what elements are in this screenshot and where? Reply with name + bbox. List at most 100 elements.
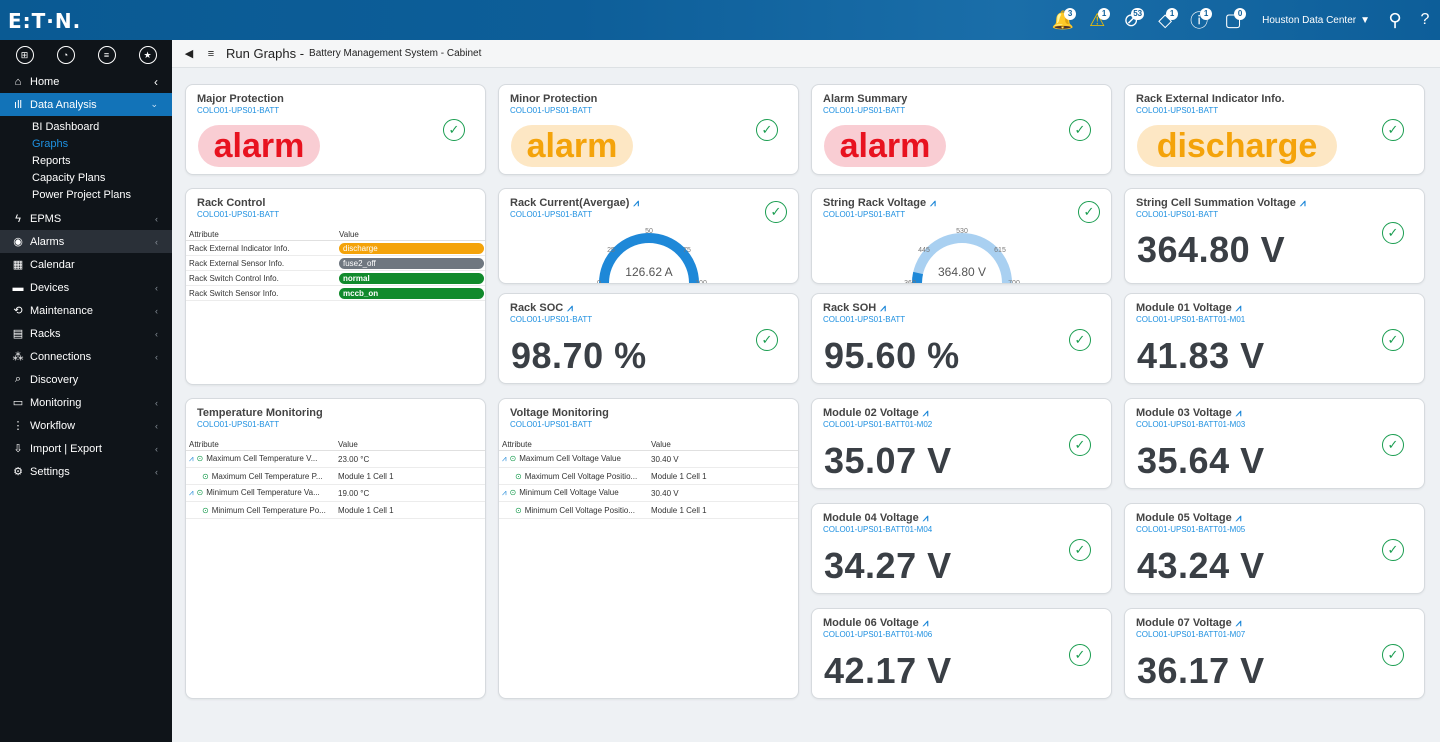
row-attribute: Minimum Cell Temperature Va... — [206, 488, 320, 497]
trend-chart-icon[interactable]: ⩘ — [1236, 618, 1242, 629]
row-attribute: Minimum Cell Voltage Value — [519, 488, 619, 497]
row-attribute-cell: ⊙ Maximum Cell Temperature P... — [186, 472, 338, 481]
card-title: Module 02 Voltage ⩘ — [823, 407, 928, 419]
rack-current-card[interactable]: Rack Current(Avergae) ⩘ COLO01-UPS01-BATT… — [498, 188, 799, 284]
module-06-voltage-card[interactable]: Module 06 Voltage ⩘ COLO01-UPS01-BATT01-M… — [811, 608, 1112, 699]
voltage-monitoring-card: Voltage Monitoring COLO01-UPS01-BATT Att… — [498, 398, 799, 699]
row-value-tag: normal — [339, 272, 484, 284]
trend-chart-icon[interactable]: ⩘ — [189, 454, 194, 463]
sidebar-item-alarms[interactable]: ◉ Alarms ‹ — [0, 230, 172, 253]
eaton-logo: E:T·N. — [8, 9, 82, 33]
ok-check-icon: ⊙ — [509, 488, 517, 497]
card-source: COLO01-UPS01-BATT — [197, 420, 280, 429]
dashboard-icon[interactable]: ◔ — [56, 46, 75, 64]
warning-icon[interactable]: ⚠ 1 — [1081, 0, 1113, 40]
search-icon[interactable]: ⚲ — [1380, 0, 1410, 40]
trend-chart-icon[interactable]: ⩘ — [1236, 408, 1242, 419]
tasks-icon[interactable]: ▢ 0 — [1217, 0, 1249, 40]
trend-chart-icon[interactable]: ⩘ — [1236, 303, 1242, 314]
table-row: ⊙ Maximum Cell Voltage Positio... Module … — [499, 468, 798, 485]
metric-value: 98.70 % — [511, 335, 647, 376]
collapse-icon[interactable]: ‹ — [154, 75, 158, 89]
card-source: COLO01-UPS01-BATT01-M03 — [1136, 420, 1246, 429]
devices-icon: ▬ — [12, 281, 24, 294]
trend-chart-icon[interactable]: ⩘ — [1236, 513, 1242, 524]
sidebar-item-workflow[interactable]: ⋮ Workflow ‹ — [0, 414, 172, 437]
card-title: Temperature Monitoring — [197, 407, 323, 419]
alerts-bell-icon[interactable]: 🔔 3 — [1047, 0, 1079, 40]
favorites-star-icon[interactable]: ★ — [138, 46, 157, 64]
sidebar-item-settings[interactable]: ⚙ Settings ‹ — [0, 460, 172, 483]
module-03-voltage-card[interactable]: Module 03 Voltage ⩘ COLO01-UPS01-BATT01-M… — [1124, 398, 1425, 489]
rack-soc-card[interactable]: Rack SOC ⩘ COLO01-UPS01-BATT 98.70 % ✓ — [498, 293, 799, 384]
module-07-voltage-card[interactable]: Module 07 Voltage ⩘ COLO01-UPS01-BATT01-M… — [1124, 608, 1425, 699]
sidebar-subitem-power-project-plans[interactable]: Power Project Plans — [0, 186, 172, 203]
menu-icon[interactable]: ≡ — [204, 47, 218, 61]
discovery-icon: ⌕ — [14, 373, 22, 385]
import-icon: ⇩ — [13, 443, 23, 455]
major-protection-card[interactable]: Major Protection COLO01-UPS01-BATT alarm… — [185, 84, 486, 175]
rack-soh-card[interactable]: Rack SOH ⩘ COLO01-UPS01-BATT 95.60 % ✓ — [811, 293, 1112, 384]
sidebar-subitem-graphs[interactable]: Graphs — [0, 135, 172, 152]
sidebar-item-import-export[interactable]: ⇩ Import | Export ‹ — [0, 437, 172, 460]
data-analysis-submenu: BI Dashboard Graphs Reports Capacity Pla… — [0, 116, 172, 207]
trend-chart-icon[interactable]: ⩘ — [923, 408, 929, 419]
table-row: ⊙ Maximum Cell Temperature P... Module 1 … — [186, 468, 485, 485]
chevron-left-icon: ‹ — [155, 328, 158, 339]
sidebar-item-home[interactable]: ⌂ Home ‹ — [0, 70, 172, 93]
card-title-text: Module 06 Voltage — [823, 617, 919, 629]
card-title-text: Module 02 Voltage — [823, 407, 919, 419]
minor-protection-card[interactable]: Minor Protection COLO01-UPS01-BATT alarm… — [498, 84, 799, 175]
help-icon[interactable]: ? — [1410, 0, 1440, 40]
sidebar-item-devices[interactable]: ▬ Devices ‹ — [0, 276, 172, 299]
row-value: Module 1 Cell 1 — [338, 471, 394, 481]
sidebar-subitem-reports[interactable]: Reports — [0, 152, 172, 169]
sidebar-item-discovery[interactable]: ⌕ Discovery — [0, 368, 172, 391]
tag-icon[interactable]: ◇ 1 — [1149, 0, 1181, 40]
sidebar-item-epms[interactable]: ϟ EPMS ‹ — [0, 207, 172, 230]
module-05-voltage-card[interactable]: Module 05 Voltage ⩘ COLO01-UPS01-BATT01-M… — [1124, 503, 1425, 594]
sidebar-item-calendar[interactable]: ▦ Calendar — [0, 253, 172, 276]
back-arrow-icon[interactable]: ◀ — [182, 47, 196, 61]
ok-check-icon: ⊙ — [515, 505, 522, 515]
trend-chart-icon[interactable]: ⩘ — [567, 303, 573, 314]
trend-chart-icon[interactable]: ⩘ — [189, 488, 194, 497]
card-source: COLO01-UPS01-BATT01-M02 — [823, 420, 933, 429]
module-04-voltage-card[interactable]: Module 04 Voltage ⩘ COLO01-UPS01-BATT01-M… — [811, 503, 1112, 594]
trend-chart-icon[interactable]: ⩘ — [502, 454, 507, 463]
sidebar: ⊞ ◔ ≡ ★ ⌂ Home ‹ ıll Data Analysis ⌄ BI Dash… — [0, 40, 172, 742]
sidebar-subitem-capacity-plans[interactable]: Capacity Plans — [0, 169, 172, 186]
gauge-tick: 530 — [956, 228, 968, 235]
sidebar-subitem-bi-dashboard[interactable]: BI Dashboard — [0, 118, 172, 135]
string-rack-voltage-card[interactable]: String Rack Voltage ⩘ COLO01-UPS01-BATT 3… — [811, 188, 1112, 284]
module-02-voltage-card[interactable]: Module 02 Voltage ⩘ COLO01-UPS01-BATT01-M… — [811, 398, 1112, 489]
site-selector[interactable]: Houston Data Center ▼ — [1262, 15, 1370, 26]
trend-chart-icon[interactable]: ⩘ — [502, 488, 507, 497]
apps-grid-icon[interactable]: ⊞ — [15, 46, 34, 64]
string-cell-summation-card[interactable]: String Cell Summation Voltage ⩘ COLO01-UP… — [1124, 188, 1425, 284]
row-attribute: Maximum Cell Voltage Value — [519, 454, 621, 463]
card-title-text: Module 03 Voltage — [1136, 407, 1232, 419]
module-01-voltage-card[interactable]: Module 01 Voltage ⩘ COLO01-UPS01-BATT01-M… — [1124, 293, 1425, 384]
trend-chart-icon[interactable]: ⩘ — [923, 513, 929, 524]
metric-value: 36.17 V — [1137, 650, 1265, 691]
rack-external-indicator-card[interactable]: Rack External Indicator Info. COLO01-UPS… — [1124, 84, 1425, 175]
ok-check-icon: ✓ — [1069, 434, 1091, 456]
sidebar-item-maintenance[interactable]: ⟲ Maintenance ‹ — [0, 299, 172, 322]
sidebar-item-data-analysis[interactable]: ıll Data Analysis ⌄ — [0, 93, 172, 116]
connections-icon[interactable]: ⊘ 53 — [1115, 0, 1147, 40]
sidebar-item-connections[interactable]: ⁂ Connections ‹ — [0, 345, 172, 368]
trend-chart-icon[interactable]: ⩘ — [923, 618, 929, 629]
trend-chart-icon[interactable]: ⩘ — [930, 198, 936, 209]
chevron-left-icon: ‹ — [155, 236, 158, 247]
sidebar-item-monitoring[interactable]: ▭ Monitoring ‹ — [0, 391, 172, 414]
list-icon[interactable]: ≡ — [97, 46, 116, 64]
trend-chart-icon[interactable]: ⩘ — [880, 303, 886, 314]
temperature-table: Attribute Value ⩘ ⊙ Maximum Cell Temperatu… — [186, 438, 485, 519]
info-icon[interactable]: ⓘ 1 — [1183, 0, 1215, 40]
trend-chart-icon[interactable]: ⩘ — [1300, 198, 1306, 209]
trend-chart-icon[interactable]: ⩘ — [633, 198, 639, 209]
sidebar-item-racks[interactable]: ▤ Racks ‹ — [0, 322, 172, 345]
metric-value: 35.64 V — [1137, 440, 1265, 481]
alarm-summary-card[interactable]: Alarm Summary COLO01-UPS01-BATT alarm ✓ — [811, 84, 1112, 175]
